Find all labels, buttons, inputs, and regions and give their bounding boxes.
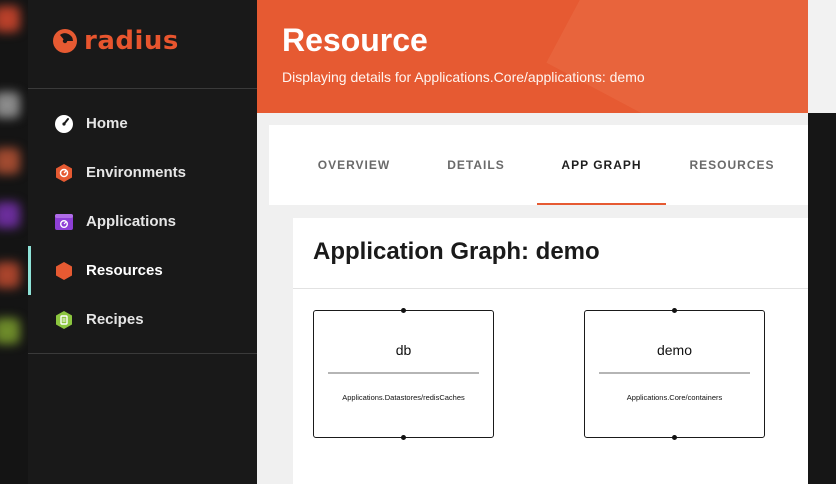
- node-name: demo: [656, 342, 693, 358]
- sidebar-item-label: Resources: [86, 262, 163, 279]
- sidebar-item-label: Environments: [86, 164, 187, 181]
- page-subtitle: Displaying details for Applications.Core…: [282, 69, 645, 85]
- applications-window-icon: [54, 212, 74, 232]
- sidebar-item-recipes[interactable]: Recipes: [28, 295, 257, 344]
- dock-app-icon: [0, 262, 20, 288]
- header-decoration: [546, 0, 808, 113]
- brand-name: radius: [84, 26, 179, 56]
- brand-logo[interactable]: radius: [52, 26, 179, 56]
- tab-details[interactable]: DETAILS: [429, 125, 523, 205]
- node-divider: [599, 372, 750, 374]
- tab-overview[interactable]: OVERVIEW: [305, 125, 403, 205]
- dock-app-icon: [0, 318, 20, 344]
- sidebar-nav: Home Environments Applications Resources…: [28, 99, 257, 344]
- sidebar-item-label: Applications: [86, 213, 177, 230]
- node-type: Applications.Datastores/redisCaches: [342, 393, 465, 402]
- resources-hexagon-icon: [54, 261, 74, 281]
- sidebar-item-applications[interactable]: Applications: [28, 197, 257, 246]
- sidebar-item-environments[interactable]: Environments: [28, 148, 257, 197]
- tab-bar: OVERVIEW DETAILS APP GRAPH RESOURCES: [269, 125, 808, 205]
- graph-title: Application Graph: demo: [313, 238, 600, 265]
- gauge-icon: [54, 114, 74, 134]
- sidebar-item-label: Home: [86, 115, 128, 132]
- sidebar-item-home[interactable]: Home: [28, 99, 257, 148]
- dock-app-icon: [0, 92, 20, 118]
- graph-node-demo[interactable]: demo Applications.Core/containers: [584, 308, 765, 440]
- environments-hexagon-icon: [54, 163, 74, 183]
- dock-app-icon: [0, 202, 20, 228]
- connection-handle[interactable]: [401, 435, 406, 440]
- recipes-hexagon-icon: [54, 310, 74, 330]
- sidebar-item-resources[interactable]: Resources: [28, 246, 257, 295]
- page-header: Resource Displaying details for Applicat…: [257, 0, 808, 113]
- dock-app-icon: [0, 148, 20, 174]
- tab-app-graph[interactable]: APP GRAPH: [537, 125, 666, 205]
- main-content: OVERVIEW DETAILS APP GRAPH RESOURCES App…: [257, 113, 808, 484]
- window-edge-highlight: [808, 0, 836, 113]
- node-type: Applications.Core/containers: [626, 393, 723, 402]
- graph-card: Application Graph: demo db Applications.…: [293, 218, 808, 484]
- sidebar-divider: [28, 353, 257, 354]
- sidebar-item-label: Recipes: [86, 311, 144, 328]
- graph-node-db[interactable]: db Applications.Datastores/redisCaches: [313, 308, 494, 440]
- radius-logo-icon: [53, 29, 77, 53]
- connection-handle[interactable]: [672, 308, 677, 313]
- background-dock: [0, 0, 28, 484]
- page-title: Resource: [282, 22, 428, 58]
- tab-resources[interactable]: RESOURCES: [681, 125, 783, 205]
- card-divider: [293, 288, 808, 289]
- sidebar: radius Home Environments Applications Re…: [28, 0, 257, 484]
- sidebar-divider: [28, 88, 257, 89]
- node-name: db: [395, 342, 412, 358]
- node-divider: [328, 372, 479, 374]
- dock-app-icon: [0, 6, 20, 32]
- connection-handle[interactable]: [401, 308, 406, 313]
- window-edge: [808, 0, 836, 484]
- connection-handle[interactable]: [672, 435, 677, 440]
